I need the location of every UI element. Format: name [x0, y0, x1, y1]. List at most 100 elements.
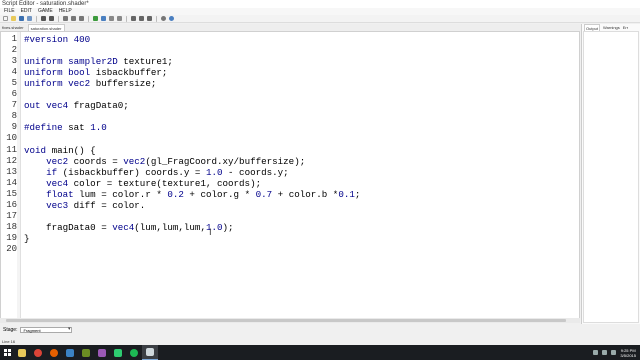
code-line[interactable]: 7 out vec4 fragData0; — [1, 100, 579, 111]
toolbar — [0, 15, 640, 23]
menu-help[interactable]: HELP — [59, 8, 72, 15]
help-icon[interactable] — [169, 16, 174, 21]
code-line[interactable]: 19} — [1, 232, 579, 244]
line-number: 2 — [11, 45, 17, 56]
code-line[interactable]: 20 — [1, 243, 579, 255]
code-line[interactable]: 6 — [1, 89, 579, 100]
window-title: Script Editor - saturation.shader* — [0, 0, 640, 8]
menu-game[interactable]: GAME — [38, 8, 53, 15]
stage-label: Stage: — [3, 327, 18, 333]
code-line[interactable]: 5 uniform vec2 buffersize; — [1, 78, 579, 90]
save-all-icon[interactable] — [27, 16, 32, 21]
stage-bar: Stage: Fragment — [0, 326, 640, 334]
code-text: #version 400 — [24, 34, 91, 45]
code-line[interactable]: 9 #define sat 1.0 — [1, 122, 579, 134]
line-number: 11 — [6, 144, 17, 155]
stage-value: Fragment — [23, 328, 41, 333]
line-number: 5 — [11, 78, 17, 89]
stage-select[interactable]: Fragment — [20, 327, 73, 333]
output-panel: Output Warnings Err — [581, 24, 640, 324]
paste-icon[interactable] — [79, 16, 84, 21]
new-icon[interactable] — [3, 16, 8, 21]
toolbar-separator — [58, 15, 59, 22]
line-number: 12 — [6, 155, 17, 166]
copy-icon[interactable] — [71, 16, 76, 21]
code-text: vec2 coords = vec2(gl_FragCoord.xy/buffe… — [46, 155, 306, 167]
stop-icon[interactable] — [117, 16, 122, 21]
menu-edit[interactable]: EDIT — [21, 8, 32, 15]
code-line[interactable]: 12 vec2 coords = vec2(gl_FragCoord.xy/bu… — [1, 155, 579, 167]
spotify-icon[interactable] — [126, 345, 142, 360]
clock[interactable]: 9:25 PM 3/5/2015 — [620, 348, 636, 358]
line-number: 7 — [11, 100, 17, 111]
outdent-icon[interactable] — [139, 16, 144, 21]
toolbar-separator — [126, 15, 127, 22]
code-line[interactable]: 15 float lum = color.r * 0.2 + color.g *… — [1, 188, 579, 200]
code-text: if (isbackbuffer) coords.y = 1.0 - coord… — [46, 166, 289, 178]
start-button[interactable] — [0, 345, 14, 360]
code-line[interactable]: 16 vec3 diff = color. — [1, 199, 579, 211]
chrome-icon[interactable] — [30, 345, 46, 360]
code-text: uniform bool isbackbuffer; — [24, 67, 168, 79]
app-icon[interactable] — [110, 345, 126, 360]
tray-icon[interactable] — [593, 350, 599, 355]
code-text: vec4 color = texture(texture1, coords); — [46, 177, 262, 189]
line-number: 10 — [6, 133, 17, 144]
code-line[interactable]: 8 — [1, 111, 579, 122]
line-number: 17 — [6, 210, 17, 221]
toolbar-separator — [88, 15, 89, 22]
volume-icon[interactable] — [611, 350, 617, 355]
code-line[interactable]: 2 — [1, 45, 579, 56]
settings-icon[interactable] — [161, 16, 166, 21]
toolbar-separator — [36, 15, 37, 22]
comment-icon[interactable] — [147, 16, 152, 21]
cut-icon[interactable] — [63, 16, 68, 21]
menu-bar: FILE EDIT GAME HELP — [0, 8, 640, 15]
script-editor-taskbar-icon[interactable] — [142, 345, 158, 360]
code-line[interactable]: 14 vec4 color = texture(texture1, coords… — [1, 177, 579, 189]
line-number: 16 — [6, 199, 17, 210]
scrollbar-thumb[interactable] — [6, 319, 566, 322]
app-icon[interactable] — [94, 345, 110, 360]
file-explorer-icon[interactable] — [14, 345, 30, 360]
firefox-icon[interactable] — [46, 345, 62, 360]
code-editor[interactable]: 1 #version 400 2 3 uniform sampler2D texture… — [0, 31, 580, 320]
code-line[interactable]: 4 uniform bool isbackbuffer; — [1, 67, 579, 79]
code-line[interactable]: 11 void main() { — [1, 144, 579, 156]
clock-time: 9:25 PM — [620, 347, 636, 353]
redo-icon[interactable] — [49, 16, 54, 21]
line-number: 20 — [6, 243, 17, 254]
line-number: 9 — [11, 122, 17, 133]
step-icon[interactable] — [101, 16, 106, 21]
line-number: 19 — [6, 232, 17, 243]
code-line[interactable]: 13 if (isbackbuffer) coords.y = 1.0 - co… — [1, 166, 579, 178]
code-line[interactable]: 1 #version 400 — [1, 34, 579, 45]
menu-file[interactable]: FILE — [4, 8, 15, 15]
line-number: 18 — [6, 221, 17, 232]
pause-icon[interactable] — [109, 16, 114, 21]
line-number: 6 — [11, 89, 17, 100]
code-line[interactable]: 18 fragData0 = vec4(lum,lum,lum,1.0); — [1, 221, 579, 233]
code-line[interactable]: 17 — [1, 210, 579, 222]
line-number: 14 — [6, 177, 17, 188]
horizontal-scrollbar[interactable] — [0, 318, 580, 323]
output-content — [583, 31, 639, 323]
app-icon[interactable] — [62, 345, 78, 360]
code-line[interactable]: 10 — [1, 133, 579, 144]
code-line[interactable]: 3 uniform sampler2D texture1; — [1, 56, 579, 67]
code-text: #define sat 1.0 — [24, 122, 107, 134]
code-text: uniform vec2 buffersize; — [24, 78, 157, 90]
undo-icon[interactable] — [41, 16, 46, 21]
code-text: vec3 diff = color. — [46, 199, 146, 211]
open-icon[interactable] — [11, 16, 16, 21]
line-number: 15 — [6, 188, 17, 199]
app-icon[interactable] — [78, 345, 94, 360]
indent-icon[interactable] — [131, 16, 136, 21]
save-icon[interactable] — [19, 16, 24, 21]
code-text: float lum = color.r * 0.2 + color.g * 0.… — [46, 188, 361, 200]
line-number: 13 — [6, 166, 17, 177]
network-icon[interactable] — [602, 350, 608, 355]
run-icon[interactable] — [93, 16, 98, 21]
code-text: } — [24, 232, 30, 244]
windows-logo-icon — [3, 349, 11, 356]
